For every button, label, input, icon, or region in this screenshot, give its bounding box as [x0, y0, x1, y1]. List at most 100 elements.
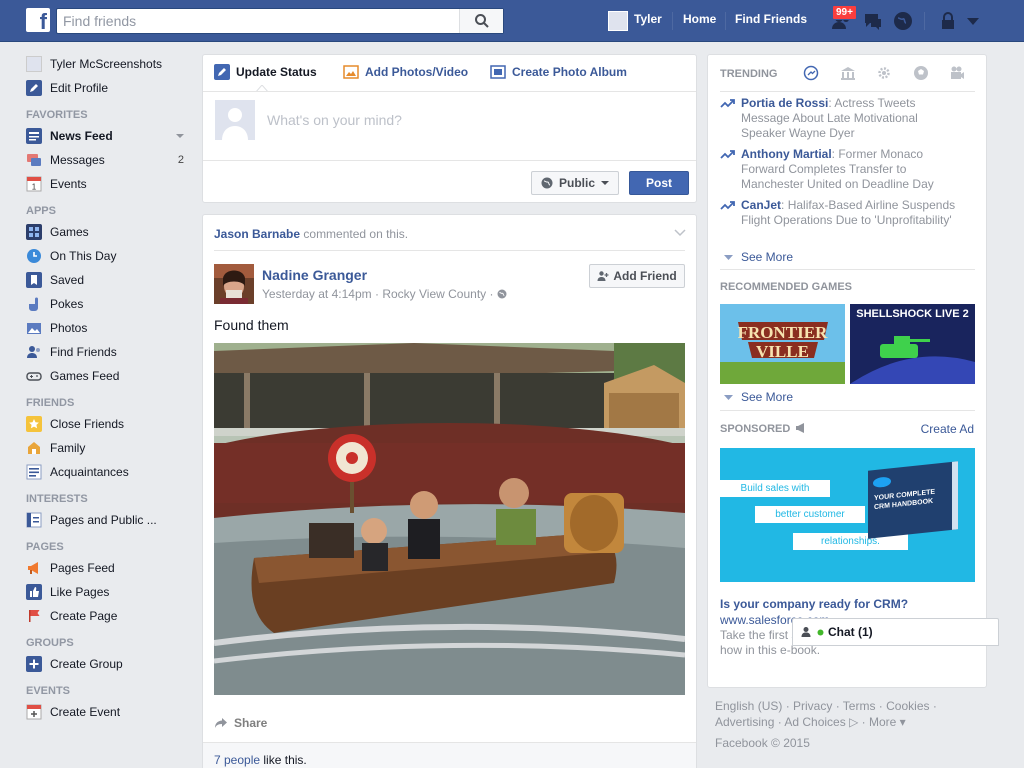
find-friends-link[interactable]: Find Friends — [735, 12, 807, 26]
star-icon — [26, 416, 42, 432]
chevron-down-icon — [724, 394, 733, 400]
sidebar-item-find-friends[interactable]: Find Friends — [26, 340, 196, 364]
poke-finger-icon — [29, 297, 38, 311]
sidebar-item-create-event[interactable]: Create Event — [26, 700, 196, 724]
tab-update-status[interactable]: Update Status — [214, 64, 317, 80]
location-link[interactable]: Rocky View County — [382, 287, 486, 301]
timestamp-link[interactable]: Yesterday at 4:14pm — [262, 287, 372, 301]
sidebar-item-saved[interactable]: Saved — [26, 268, 196, 292]
find-friends-icon — [27, 346, 40, 358]
sidebar-item-label: Create Event — [50, 705, 121, 719]
ebook-cover-title: YOUR COMPLETE CRM HANDBOOK — [874, 488, 936, 512]
tab-create-photo-album[interactable]: Create Photo Album — [490, 64, 627, 80]
messages-icon[interactable] — [862, 10, 884, 32]
profile-link[interactable]: Tyler — [634, 12, 662, 26]
log-ride-photo — [214, 343, 685, 695]
chat-person-icon — [801, 627, 811, 637]
sidebar-item-label: Games Feed — [50, 369, 120, 383]
sidebar-item-profile[interactable]: Tyler McScreenshots — [26, 52, 196, 76]
sidebar-item-on-this-day[interactable]: On This Day — [26, 244, 196, 268]
sidebar-item-pages-and-public[interactable]: Pages and Public ... — [26, 508, 196, 532]
tab-label: Update Status — [236, 65, 317, 79]
footer-links-row[interactable]: Advertising · Ad Choices ▷ · More ▾ — [715, 714, 975, 730]
sidebar-item-edit-profile[interactable]: Edit Profile — [26, 76, 196, 100]
games-see-more-link[interactable]: See More — [724, 390, 793, 404]
trending-item[interactable]: Portia de Rossi: Actress Tweets Message … — [720, 96, 960, 141]
megaphone-icon — [28, 562, 38, 574]
entertainment-camera-icon[interactable] — [949, 65, 965, 81]
search-button[interactable] — [459, 9, 503, 33]
notification-count-badge: 99+ — [832, 5, 857, 20]
chevron-down-icon[interactable] — [176, 132, 184, 140]
game-tile-frontierville[interactable]: FRONTIER VILLE — [720, 304, 845, 384]
sidebar-item-events[interactable]: 1 Events — [26, 172, 196, 196]
divider — [214, 250, 685, 251]
account-menu-icon[interactable] — [962, 10, 984, 32]
trending-see-more-link[interactable]: See More — [724, 250, 793, 264]
facebook-logo[interactable]: f — [26, 8, 50, 34]
trending-topic-name[interactable]: CanJet — [741, 198, 781, 212]
ad-title-link[interactable]: Is your company ready for CRM? — [720, 597, 908, 611]
status-input[interactable]: What's on your mind? — [267, 112, 402, 128]
sidebar-item-pages-feed[interactable]: Pages Feed — [26, 556, 196, 580]
game-tile-shellshock-live-2[interactable]: SHELLSHOCK LIVE 2 — [850, 304, 975, 384]
sidebar-item-messages[interactable]: Messages 2 — [26, 148, 196, 172]
tab-add-photos-video[interactable]: Add Photos/Video — [343, 64, 468, 80]
trending-topic-name[interactable]: Portia de Rossi — [741, 96, 828, 110]
thumbs-up-icon — [26, 584, 42, 600]
trending-item[interactable]: Anthony Martial: Former Monaco Forward C… — [720, 147, 960, 192]
chat-tab[interactable]: Chat (1) — [792, 618, 999, 646]
search-input[interactable] — [57, 9, 457, 33]
ad-image[interactable]: Build sales with better customer relatio… — [720, 448, 975, 582]
sidebar-item-acquaintances[interactable]: Acquaintances — [26, 460, 196, 484]
public-globe-icon — [497, 289, 507, 299]
sidebar-item-games[interactable]: Games — [26, 220, 196, 244]
footer-links-row[interactable]: English (US) · Privacy · Terms · Cookies… — [715, 698, 975, 714]
unread-count: 2 — [177, 154, 184, 166]
sidebar-item-label: Pages and Public ... — [50, 513, 157, 527]
sidebar-item-family[interactable]: Family — [26, 436, 196, 460]
see-more-label: See More — [741, 250, 794, 264]
sidebar-item-label: Like Pages — [50, 585, 110, 599]
trending-topic-name[interactable]: Anthony Martial — [741, 147, 832, 161]
game-controller-icon — [26, 372, 42, 381]
science-gear-icon[interactable] — [876, 65, 892, 81]
copyright-text: Facebook © 2015 — [715, 736, 810, 750]
profile-avatar[interactable] — [608, 11, 628, 31]
post-button[interactable]: Post — [629, 171, 689, 195]
context-actor-link[interactable]: Jason Barnabe — [214, 227, 300, 241]
audience-label: Public — [558, 176, 595, 190]
likers-link[interactable]: 7 people — [214, 753, 260, 767]
logo-letter: f — [39, 9, 47, 34]
trending-heading: TRENDING — [720, 68, 778, 80]
author-avatar[interactable] — [214, 264, 254, 304]
sidebar-item-like-pages[interactable]: Like Pages — [26, 580, 196, 604]
sidebar-item-photos[interactable]: Photos — [26, 316, 196, 340]
sidebar-item-create-page[interactable]: Create Page — [26, 604, 196, 628]
sidebar-item-label: Tyler McScreenshots — [50, 57, 163, 71]
privacy-lock-icon[interactable] — [937, 10, 959, 32]
home-link[interactable]: Home — [683, 12, 716, 26]
sidebar-item-label: Events — [50, 177, 87, 191]
politics-building-icon[interactable] — [840, 65, 856, 81]
trending-top-icon[interactable] — [803, 65, 819, 81]
games-icon — [26, 224, 42, 240]
sports-ball-icon[interactable] — [913, 65, 929, 81]
add-friend-button[interactable]: Add Friend — [589, 264, 685, 288]
create-ad-link[interactable]: Create Ad — [921, 422, 974, 436]
share-link[interactable]: Share — [214, 716, 267, 730]
sidebar-item-pokes[interactable]: Pokes — [26, 292, 196, 316]
trending-item[interactable]: CanJet: Halifax-Based Airline Suspends F… — [720, 198, 960, 228]
audience-selector-button[interactable]: Public — [531, 171, 619, 195]
notifications-globe-icon[interactable] — [892, 10, 914, 32]
feed-story: Jason Barnabe commented on this. Nadine … — [202, 214, 697, 768]
sidebar-item-news-feed[interactable]: News Feed — [26, 124, 196, 148]
sidebar-item-create-group[interactable]: Create Group — [26, 652, 196, 676]
story-options-chevron-icon[interactable] — [674, 229, 686, 237]
sidebar-item-games-feed[interactable]: Games Feed — [26, 364, 196, 388]
author-name-link[interactable]: Nadine Granger — [262, 267, 367, 283]
pencil-icon — [214, 64, 230, 80]
story-photo[interactable] — [214, 343, 685, 695]
status-composer: Update Status Add Photos/Video Create Ph… — [202, 54, 697, 203]
sidebar-item-close-friends[interactable]: Close Friends — [26, 412, 196, 436]
